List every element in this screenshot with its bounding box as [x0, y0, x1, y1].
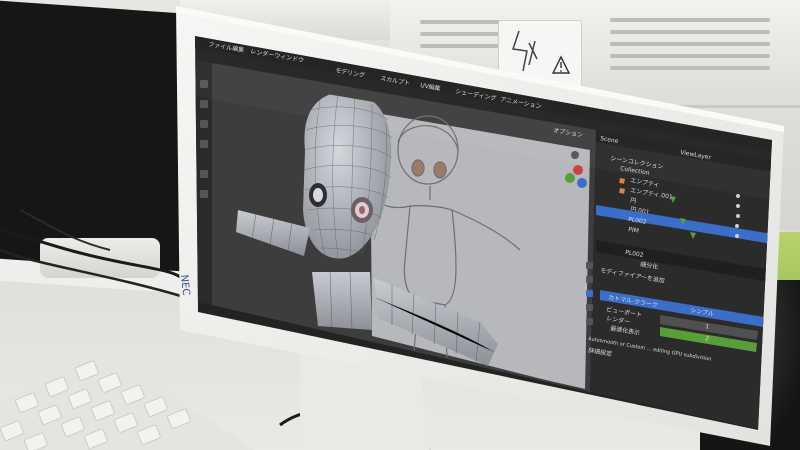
- object-props-icon: [586, 304, 593, 311]
- nec-logo: NEC: [178, 274, 191, 296]
- move-tool-icon: [200, 100, 208, 108]
- empty-icon: [619, 177, 625, 184]
- empty-icon: [619, 187, 625, 194]
- annotate-tool-icon: [200, 170, 208, 178]
- main-monitor: ファイル 編集 レンダー ウィンドウ モデリング スカルプト UV編集 シェーデ…: [176, 6, 784, 450]
- rotate-tool-icon: [200, 120, 208, 128]
- eye-icon: [735, 234, 739, 238]
- torso-mesh: [312, 271, 372, 330]
- eye-icon: [736, 204, 740, 208]
- render-props-icon: [586, 276, 593, 283]
- scale-tool-icon: [200, 140, 208, 148]
- eye-icon: [736, 194, 740, 198]
- modifier-props-icon: [586, 290, 593, 297]
- photo-scene: ファイル 編集 レンダー ウィンドウ モデリング スカルプト UV編集 シェーデ…: [0, 0, 800, 450]
- outliner-item: 円: [630, 197, 637, 205]
- material-props-icon: [586, 318, 593, 325]
- measure-tool-icon: [200, 190, 208, 198]
- eye-icon: [736, 214, 740, 218]
- eye-icon: [735, 224, 739, 228]
- tool-props-icon: [586, 262, 593, 269]
